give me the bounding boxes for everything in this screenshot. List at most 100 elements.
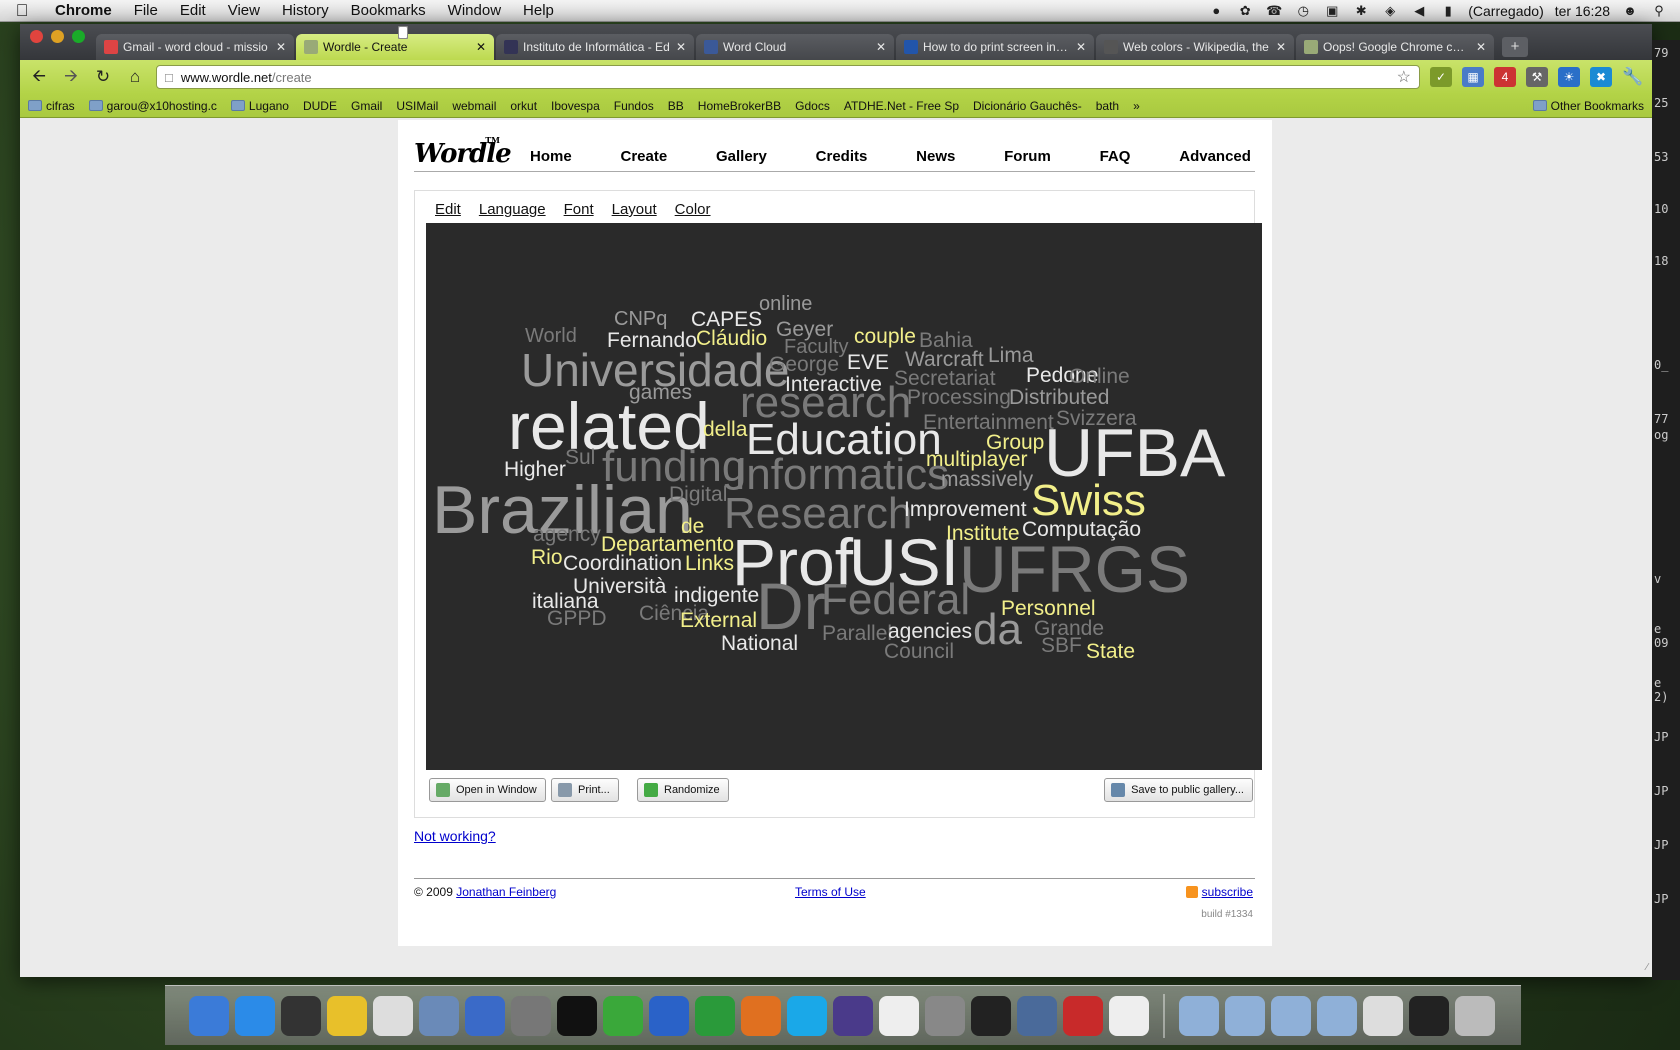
dock-item-icon[interactable] <box>327 995 367 1036</box>
zoom-window-button[interactable] <box>72 30 85 43</box>
paw-icon[interactable]: ✿ <box>1236 3 1254 19</box>
display-icon[interactable]: ▣ <box>1323 3 1341 19</box>
cloud-word[interactable]: Council <box>884 641 954 662</box>
tab-close-icon[interactable]: ✕ <box>1476 40 1486 54</box>
tab[interactable]: Gmail - word cloud - missio ✕ <box>96 34 294 60</box>
tab[interactable]: Web colors - Wikipedia, the ✕ <box>1096 34 1294 60</box>
cloud-word[interactable]: couple <box>854 326 916 347</box>
minimize-window-button[interactable] <box>51 30 64 43</box>
cloud-word[interactable]: Digital <box>669 484 727 505</box>
menu-edit[interactable]: Edit <box>169 2 217 19</box>
bookmark-item[interactable]: orkut <box>398 26 537 113</box>
clock[interactable]: ter 16:28 <box>1555 3 1610 19</box>
tab-close-icon[interactable]: ✕ <box>1076 40 1086 54</box>
cloud-word[interactable]: Online <box>1069 366 1130 387</box>
cloud-word[interactable]: online <box>759 294 812 314</box>
time-machine-icon[interactable]: ◷ <box>1294 3 1312 19</box>
cloud-word[interactable]: Parallel <box>822 623 892 644</box>
cloud-word[interactable]: George <box>769 354 839 375</box>
nav-advanced[interactable]: Advanced <box>1179 148 1251 165</box>
tab-close-icon[interactable]: ✕ <box>476 40 486 54</box>
wrench-menu-icon[interactable]: 🔧 <box>1622 67 1644 87</box>
wordle-logo[interactable]: Wordle TM <box>414 135 514 171</box>
dock-folder-icon[interactable] <box>1179 995 1219 1036</box>
forward-icon[interactable]: 🡪 <box>60 63 82 92</box>
battery-status[interactable]: (Carregado) <box>1468 3 1543 19</box>
applet-menu-edit[interactable]: Edit <box>435 201 461 218</box>
dock-item-icon[interactable] <box>925 995 965 1036</box>
word-cloud-canvas[interactable]: online CNPq CAPES World Fernando Cláudio Geyer… <box>426 223 1262 770</box>
dock-item-icon[interactable] <box>833 995 873 1036</box>
cloud-word[interactable]: SBF <box>1041 635 1082 656</box>
save-to-gallery-button[interactable]: Save to public gallery... <box>1104 778 1253 802</box>
home-icon[interactable]: ⌂ <box>124 67 146 87</box>
applet-menu-color[interactable]: Color <box>675 201 711 218</box>
tab[interactable]: Wordle - Create ✕ <box>296 34 494 60</box>
extension-calendar-icon[interactable]: ▦ <box>1462 67 1484 87</box>
cloud-word[interactable]: Federal <box>821 578 970 622</box>
cloud-word[interactable]: Rio <box>531 547 563 568</box>
cloud-word[interactable]: della <box>703 419 747 440</box>
menu-app-chrome[interactable]: Chrome <box>44 2 123 19</box>
menu-bookmarks[interactable]: Bookmarks <box>340 2 437 19</box>
applet-menu-layout[interactable]: Layout <box>612 201 657 218</box>
bookmark-item[interactable]: Dicionário Gauchês- <box>398 26 1082 113</box>
bookmark-item[interactable]: ATDHE.Net - Free Sp <box>398 26 959 113</box>
dock-item-icon[interactable] <box>1063 995 1103 1036</box>
nav-faq[interactable]: FAQ <box>1100 148 1131 165</box>
cloud-word[interactable]: Links <box>685 553 734 574</box>
author-link[interactable]: Jonathan Feinberg <box>456 885 556 899</box>
volume-icon[interactable]: ◀ <box>1410 3 1428 19</box>
open-in-window-button[interactable]: Open in Window <box>429 778 546 802</box>
cloud-word[interactable]: CNPq <box>614 309 667 329</box>
apple-menu-icon[interactable]:  <box>0 1 44 21</box>
cloud-word[interactable]: EVE <box>847 352 889 373</box>
cloud-word[interactable]: agency <box>533 524 601 545</box>
cloud-word[interactable]: Distributed <box>1009 387 1109 408</box>
menu-window[interactable]: Window <box>437 2 512 19</box>
extension-gmail-icon[interactable]: 4 <box>1494 67 1516 87</box>
dock-item-icon[interactable] <box>1109 995 1149 1036</box>
tab-close-icon[interactable]: ✕ <box>876 40 886 54</box>
reload-icon[interactable]: ↻ <box>92 67 114 87</box>
bookmark-item[interactable]: Ibovespa <box>398 26 600 113</box>
nav-credits[interactable]: Credits <box>816 148 868 165</box>
bookmark-item[interactable]: webmail <box>398 26 496 113</box>
tab-close-icon[interactable]: ✕ <box>1276 40 1286 54</box>
nav-news[interactable]: News <box>916 148 955 165</box>
dock-folder-icon[interactable] <box>1317 995 1357 1036</box>
dock-item-icon[interactable] <box>1017 995 1057 1036</box>
extension-check-icon[interactable]: ✓ <box>1430 67 1452 87</box>
nav-gallery[interactable]: Gallery <box>716 148 767 165</box>
user-icon[interactable]: ☻ <box>1621 3 1639 19</box>
phone-icon[interactable]: ☎ <box>1265 3 1283 19</box>
tab[interactable]: Oops! Google Chrome could ✕ <box>1296 34 1494 60</box>
bookmark-item[interactable]: USIMail <box>396 26 438 113</box>
bookmark-item[interactable]: Gdocs <box>398 26 830 113</box>
dock-folder-icon[interactable] <box>1225 995 1265 1036</box>
bookmark-star-icon[interactable]: ☆ <box>1397 67 1411 87</box>
menu-view[interactable]: View <box>217 2 271 19</box>
bookmark-item[interactable]: HomeBrokerBB <box>398 26 781 113</box>
dock-item-icon[interactable] <box>557 995 597 1036</box>
menu-history[interactable]: History <box>271 2 340 19</box>
tab-close-icon[interactable]: ✕ <box>276 40 286 54</box>
terms-link[interactable]: Terms of Use <box>795 885 866 899</box>
close-window-button[interactable] <box>30 30 43 43</box>
cloud-word[interactable]: agencies <box>888 621 972 642</box>
dock-item-icon[interactable] <box>465 995 505 1036</box>
battery-icon[interactable]: ▮ <box>1439 3 1457 19</box>
dock-item-icon[interactable] <box>373 995 413 1036</box>
cloud-word[interactable]: Lima <box>988 345 1034 366</box>
cloud-word[interactable]: massively <box>941 469 1033 490</box>
bookmark-item[interactable]: cifras <box>28 99 75 113</box>
dock-item-icon[interactable] <box>971 995 1011 1036</box>
nav-home[interactable]: Home <box>530 148 572 165</box>
bookmark-item[interactable]: bath <box>398 26 1119 113</box>
new-tab-button[interactable]: + <box>1502 37 1528 57</box>
dock-folder-icon[interactable] <box>1363 995 1403 1036</box>
other-bookmarks[interactable]: Other Bookmarks <box>1532 99 1644 113</box>
extension-weather-icon[interactable]: ☀ <box>1558 67 1580 87</box>
tab[interactable]: How to do print screen in Ma ✕ <box>896 34 1094 60</box>
not-working-link[interactable]: Not working? <box>414 828 496 844</box>
